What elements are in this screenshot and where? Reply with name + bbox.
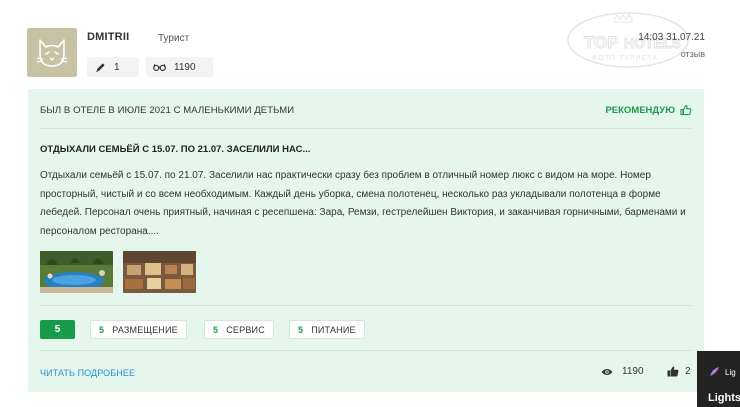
user-role: Турист (158, 33, 190, 44)
pool-photo-image (40, 251, 113, 293)
views-count: 1190 (174, 61, 196, 73)
watermark-sub-text: ФОТО ТУРИСТА (592, 55, 658, 62)
divider (40, 350, 692, 351)
review-views: 1190 (601, 366, 644, 377)
read-more-link[interactable]: ЧИТАТЬ ПОДРОБНЕЕ (40, 368, 135, 378)
trip-info: БЫЛ В ОТЕЛЕ В ИЮЛЕ 2021 С МАЛЕНЬКИМИ ДЕТ… (40, 105, 295, 116)
watermark-top-text: TOP (584, 33, 619, 52)
score-value: 5 (213, 324, 219, 335)
review-type-label: отзыв (680, 49, 705, 59)
views-count-badge: 1190 (146, 57, 213, 77)
score-label: РАЗМЕЩЕНИЕ (112, 324, 178, 335)
glasses-icon (153, 63, 166, 71)
score-chip-accommodation: 5 РАЗМЕЩЕНИЕ (90, 320, 187, 339)
feather-icon (710, 367, 719, 376)
score-label: СЕРВИС (226, 324, 265, 335)
pencil-icon (96, 62, 105, 72)
score-label: ПИТАНИЕ (311, 324, 356, 335)
reviews-count: 1 (114, 61, 120, 73)
score-value: 5 (298, 324, 304, 335)
lights-widget-title: Lights (708, 392, 740, 404)
review-card: БЫЛ В ОТЕЛЕ В ИЮЛЕ 2021 С МАЛЕНЬКИМИ ДЕТ… (28, 89, 704, 392)
divider (40, 305, 692, 306)
avatar[interactable] (27, 28, 77, 77)
review-views-count: 1190 (622, 366, 644, 377)
review-photo-pool[interactable] (40, 251, 113, 293)
username[interactable]: DMITRII (87, 31, 129, 43)
divider (40, 128, 692, 129)
recommend-label: РЕКОМЕНДУЮ (605, 104, 675, 116)
thumbs-up-outline-icon (680, 104, 692, 116)
reviews-count-badge: 1 (87, 57, 139, 77)
lights-widget-label: Lig (725, 368, 736, 377)
cat-avatar-icon (36, 38, 68, 67)
eye-icon (601, 368, 613, 375)
review-title[interactable]: ОТДЫХАЛИ СЕМЬЁЙ С 15.07. ПО 21.07. ЗАСЕЛ… (40, 144, 310, 155)
like-button[interactable]: 2 (667, 366, 691, 377)
review-photo-buffet[interactable] (123, 251, 196, 293)
score-chip-food: 5 ПИТАНИЕ (289, 320, 365, 339)
overall-score-badge: 5 (40, 320, 75, 339)
lights-widget[interactable]: Lig Lights (697, 351, 740, 407)
score-chip-service: 5 СЕРВИС (204, 320, 274, 339)
thumbs-up-icon (667, 366, 679, 377)
buffet-photo-image (123, 251, 196, 293)
recommend-badge: РЕКОМЕНДУЮ (605, 104, 692, 116)
review-timestamp: 14:03 31.07.21 (638, 32, 705, 43)
likes-count: 2 (685, 366, 691, 377)
score-value: 5 (99, 324, 105, 335)
review-text: Отдыхали семьёй с 15.07. по 21.07. Засел… (40, 170, 686, 237)
